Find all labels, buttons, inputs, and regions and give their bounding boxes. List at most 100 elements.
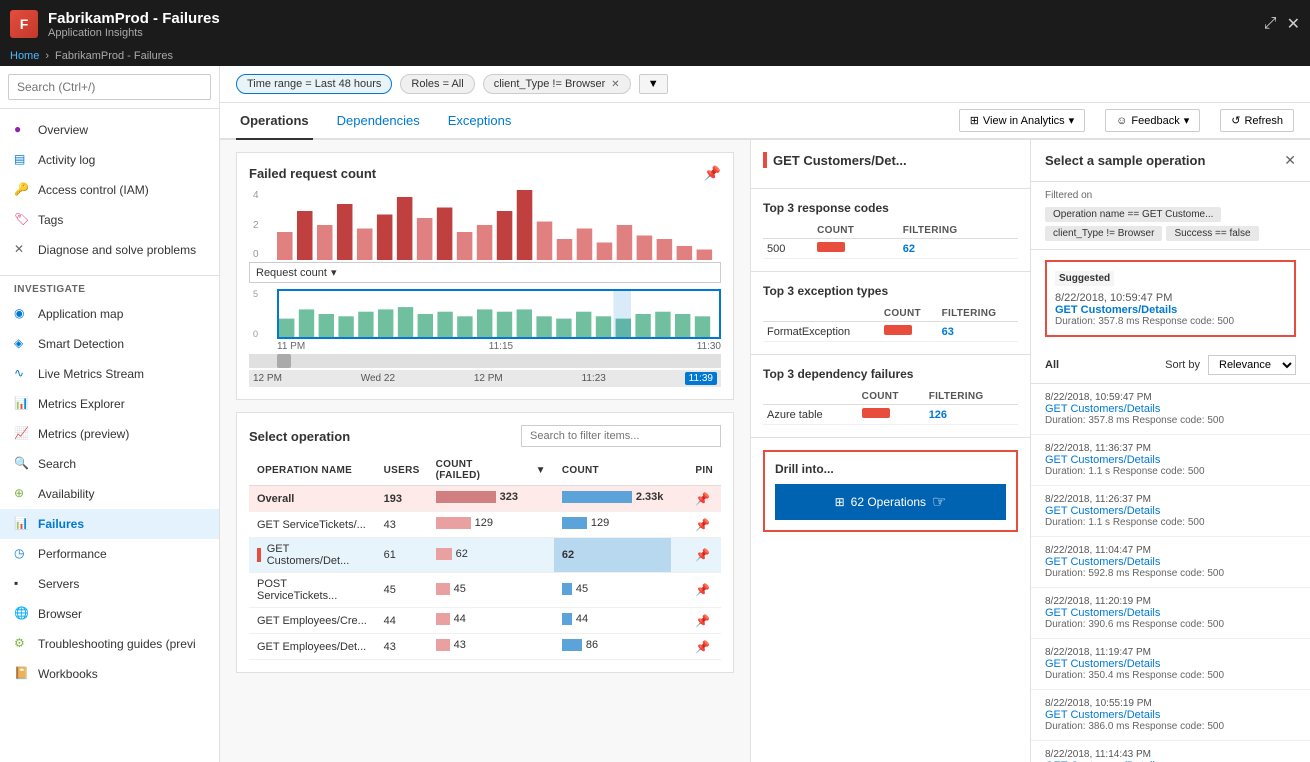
sample-item[interactable]: 8/22/2018, 11:19:47 PM GET Customers/Det… xyxy=(1031,639,1310,690)
view-analytics-button[interactable]: ⊞ View in Analytics ▾ xyxy=(959,109,1085,132)
table-header-row: OPERATION NAME USERS COUNT (FAILED) ▼ CO… xyxy=(249,455,721,486)
middle-panel: GET Customers/Det... Top 3 response code… xyxy=(750,140,1030,762)
col-count-failed: COUNT (FAILED) xyxy=(428,455,528,486)
breadcrumb: Home › FabrikamProd - Failures xyxy=(0,48,1310,66)
workbooks-icon: 📔 xyxy=(14,666,30,682)
op-pin-overall[interactable]: 📌 xyxy=(687,486,721,512)
op-pin-emp-det[interactable]: 📌 xyxy=(687,634,721,660)
op-pin-post[interactable]: 📌 xyxy=(687,573,721,608)
sidebar-item-activity-log[interactable]: ▤ Activity log xyxy=(0,145,219,175)
sidebar-item-smart-detection[interactable]: ◈ Smart Detection xyxy=(0,329,219,359)
maximize-button[interactable]: ⤢ xyxy=(1264,14,1277,34)
pin-chart-icon[interactable]: 📌 xyxy=(704,165,721,182)
sidebar-item-search[interactable]: 🔍 Search xyxy=(0,449,219,479)
dep-count-value[interactable]: 126 xyxy=(929,409,947,421)
col-sort[interactable]: ▼ xyxy=(528,455,554,486)
pin-emp-det-icon[interactable]: 📌 xyxy=(695,640,710,654)
timeline-scroll-handle[interactable] xyxy=(277,354,291,368)
drill-operations-button[interactable]: ⊞ 62 Operations ☞ xyxy=(775,484,1006,520)
search-input[interactable] xyxy=(8,74,211,100)
pin-overall-icon[interactable]: 📌 xyxy=(695,492,710,506)
sidebar-item-performance[interactable]: ◷ Performance xyxy=(0,539,219,569)
sample-item[interactable]: 8/22/2018, 11:36:37 PM GET Customers/Det… xyxy=(1031,435,1310,486)
sidebar-item-failures[interactable]: 📊 Failures xyxy=(0,509,219,539)
filter-pill-success[interactable]: Success == false xyxy=(1166,226,1258,241)
sample-item[interactable]: 8/22/2018, 11:20:19 PM GET Customers/Det… xyxy=(1031,588,1310,639)
sidebar-label-metrics-preview: Metrics (preview) xyxy=(38,427,129,441)
refresh-button[interactable]: ↺ Refresh xyxy=(1220,109,1294,132)
op-users-overall: 193 xyxy=(376,486,428,512)
response-row-500[interactable]: 500 62 xyxy=(763,239,1018,259)
sidebar-item-live-metrics[interactable]: ∿ Live Metrics Stream xyxy=(0,359,219,389)
sort-select[interactable]: Relevance Duration Timestamp xyxy=(1208,355,1296,375)
table-row[interactable]: GET ServiceTickets/... 43 129 xyxy=(249,512,721,538)
table-row[interactable]: GET Customers/Det... 61 62 xyxy=(249,538,721,573)
filter-funnel-button[interactable]: ▼ xyxy=(639,74,668,94)
operations-search-input[interactable] xyxy=(521,425,721,447)
filter-client-type[interactable]: client_Type != Browser ✕ xyxy=(483,74,631,94)
suggested-box[interactable]: Suggested 8/22/2018, 10:59:47 PM GET Cus… xyxy=(1045,260,1296,337)
sidebar-item-availability[interactable]: ⊕ Availability xyxy=(0,479,219,509)
table-row[interactable]: POST ServiceTickets... 45 45 xyxy=(249,573,721,608)
pin-customers-icon[interactable]: 📌 xyxy=(695,548,710,562)
pin-tickets-icon[interactable]: 📌 xyxy=(695,518,710,532)
op-pin-tickets[interactable]: 📌 xyxy=(687,512,721,538)
far-right-close-button[interactable]: ✕ xyxy=(1284,152,1296,169)
breadcrumb-home[interactable]: Home xyxy=(10,50,39,62)
dependency-row-azure[interactable]: Azure table 126 xyxy=(763,405,1018,425)
sidebar-item-app-map[interactable]: ◉ Application map xyxy=(0,299,219,329)
samples-list: 8/22/2018, 10:59:47 PM GET Customers/Det… xyxy=(1031,384,1310,762)
sample-time-6: 8/22/2018, 10:55:19 PM xyxy=(1045,698,1296,709)
sample-time-1: 8/22/2018, 11:36:37 PM xyxy=(1045,443,1296,454)
sidebar-item-workbooks[interactable]: 📔 Workbooks xyxy=(0,659,219,689)
sidebar-item-tags[interactable]: 🏷 Tags xyxy=(0,205,219,235)
sample-item[interactable]: 8/22/2018, 11:04:47 PM GET Customers/Det… xyxy=(1031,537,1310,588)
sample-op-0: GET Customers/Details xyxy=(1045,403,1296,415)
sidebar-item-diagnose[interactable]: ✕ Diagnose and solve problems xyxy=(0,235,219,265)
tab-dependencies[interactable]: Dependencies xyxy=(333,103,424,140)
chart-type-dropdown[interactable]: Request count ▾ xyxy=(249,262,721,283)
op-pin-customers[interactable]: 📌 xyxy=(687,538,721,573)
sample-item[interactable]: 8/22/2018, 10:59:47 PM GET Customers/Det… xyxy=(1031,384,1310,435)
sidebar-item-overview[interactable]: ● Overview xyxy=(0,115,219,145)
timeline-selected-time: 11:39 xyxy=(685,372,717,385)
op-pin-emp-cre[interactable]: 📌 xyxy=(687,608,721,634)
filter-pill-client-type[interactable]: client_Type != Browser xyxy=(1045,226,1162,241)
sidebar-item-access-control[interactable]: 🔑 Access control (IAM) xyxy=(0,175,219,205)
close-window-button[interactable]: ✕ xyxy=(1287,14,1300,34)
sample-item[interactable]: 8/22/2018, 10:55:19 PM GET Customers/Det… xyxy=(1031,690,1310,741)
pin-emp-cre-icon[interactable]: 📌 xyxy=(695,614,710,628)
op-name-emp-det: GET Employees/Det... xyxy=(249,634,376,660)
sidebar-search-container xyxy=(0,66,219,109)
tab-exceptions[interactable]: Exceptions xyxy=(444,103,516,140)
pin-post-icon[interactable]: 📌 xyxy=(695,583,710,597)
exception-row-format[interactable]: FormatException 63 xyxy=(763,322,1018,342)
sidebar-item-metrics-explorer[interactable]: 📊 Metrics Explorer xyxy=(0,389,219,419)
sidebar-item-troubleshooting[interactable]: ⚙ Troubleshooting guides (previ xyxy=(0,629,219,659)
suggested-time: 8/22/2018, 10:59:47 PM xyxy=(1055,292,1286,304)
table-row[interactable]: Overall 193 323 xyxy=(249,486,721,512)
response-count-value[interactable]: 62 xyxy=(903,243,915,255)
timeline-scrollbar[interactable] xyxy=(249,354,721,368)
filter-time-label: Time range = Last 48 hours xyxy=(247,78,381,90)
feedback-button[interactable]: ☺ Feedback ▾ xyxy=(1105,109,1200,132)
sidebar-item-browser[interactable]: 🌐 Browser xyxy=(0,599,219,629)
sidebar-item-servers[interactable]: ▪ Servers xyxy=(0,569,219,599)
table-row[interactable]: GET Employees/Cre... 44 44 xyxy=(249,608,721,634)
filter-roles[interactable]: Roles = All xyxy=(400,74,474,94)
sample-op-2: GET Customers/Details xyxy=(1045,505,1296,517)
exc-count-value[interactable]: 63 xyxy=(942,326,954,338)
filter-client-type-close[interactable]: ✕ xyxy=(611,79,619,90)
sidebar-label-tags: Tags xyxy=(38,213,63,227)
top3-dependencies-section: Top 3 dependency failures COUNT FILTERIN… xyxy=(751,355,1030,438)
sidebar-item-metrics-preview[interactable]: 📈 Metrics (preview) xyxy=(0,419,219,449)
top3-response-label: Top 3 response codes xyxy=(763,201,889,215)
tab-operations[interactable]: Operations xyxy=(236,103,313,140)
filter-pill-op-name[interactable]: Operation name == GET Custome... xyxy=(1045,207,1221,222)
sample-item[interactable]: 8/22/2018, 11:26:37 PM GET Customers/Det… xyxy=(1031,486,1310,537)
table-row[interactable]: GET Employees/Det... 43 43 xyxy=(249,634,721,660)
top3-response-section: Top 3 response codes COUNT FILTERING xyxy=(751,189,1030,272)
sample-item[interactable]: 8/22/2018, 11:14:43 PM GET Customers/Det… xyxy=(1031,741,1310,762)
app-map-icon: ◉ xyxy=(14,306,30,322)
filter-time-range[interactable]: Time range = Last 48 hours xyxy=(236,74,392,94)
